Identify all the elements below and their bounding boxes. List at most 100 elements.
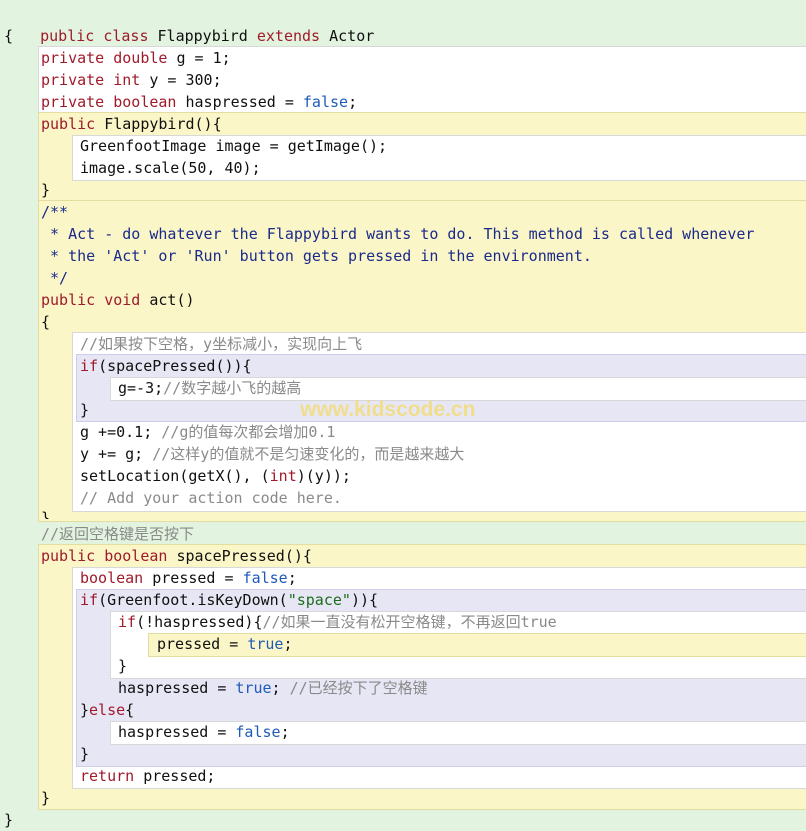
code-editor[interactable]: public class Flappybird extends Actor { …: [0, 0, 806, 830]
comment-text: //已经按下了空格键: [289, 679, 428, 697]
code-line-constructor-close: }: [41, 179, 50, 201]
code-line-javadoc-end: */: [41, 267, 68, 289]
code-text: ;: [280, 723, 290, 741]
keyword-int: int: [113, 71, 141, 89]
keyword-private: private: [41, 71, 105, 89]
brace: }: [118, 657, 128, 675]
watermark: www.kidscode.cn: [300, 398, 476, 421]
code-line-y-increment: y += g; //这样y的值就不是匀速变化的，而是越来越大: [80, 443, 464, 465]
code-line-image-scale: image.scale(50, 40);: [80, 157, 261, 179]
comment-text: //这样y的值就不是匀速变化的，而是越来越大: [152, 445, 465, 463]
code-line-comment-spacebar: //如果按下空格，y坐标减小，实现向上飞: [80, 333, 362, 355]
code-line-if-spacepressed: if(spacePressed()){: [80, 355, 252, 377]
code-line-iskeydown-close: }: [80, 743, 89, 765]
code-text: pressed;: [134, 767, 216, 785]
code-line-else: }else{: [80, 699, 134, 721]
comment-text: //如果按下空格，y坐标减小，实现向上飞: [80, 335, 363, 353]
code-line-javadoc-1: * Act - do whatever the Flappybird wants…: [41, 223, 754, 245]
code-text: haspressed =: [118, 679, 236, 697]
brace: {: [4, 27, 14, 45]
keyword-void: void: [104, 291, 141, 309]
code-text: ;: [348, 93, 358, 111]
brace: {: [41, 313, 51, 331]
brace: }: [80, 401, 90, 419]
brace: }: [4, 811, 14, 829]
code-line-haspressed-false: haspressed = false;: [118, 721, 290, 743]
code-text: y = 300;: [140, 71, 222, 89]
keyword-if: if: [80, 591, 99, 609]
keyword-double: double: [113, 49, 168, 67]
code-line-inner-if-close: }: [118, 655, 127, 677]
brace: }: [41, 181, 51, 199]
comment-text: //数字越小飞的越高: [163, 379, 302, 397]
javadoc-text: /**: [41, 203, 69, 221]
code-line-g-assign: g=-3;//数字越小飞的越高: [118, 377, 301, 399]
code-text: ;: [283, 635, 293, 653]
code-text: (!haspressed){: [136, 613, 263, 631]
code-line-if-iskeydown: if(Greenfoot.isKeyDown("space")){: [80, 589, 378, 611]
javadoc-text: */: [41, 269, 69, 287]
code-text: pressed =: [157, 635, 248, 653]
code-line-if-not-haspressed: if(!haspressed){//如果一直没有松开空格键，不再返回true: [118, 611, 557, 633]
literal-true: true: [235, 679, 272, 697]
code-line-set-location: setLocation(getX(), (int)(y));: [80, 465, 351, 487]
brace: }: [80, 745, 90, 763]
keyword-class: class: [103, 27, 149, 45]
keyword-extends: extends: [256, 27, 321, 45]
literal-true: true: [247, 635, 284, 653]
code-text: pressed =: [143, 569, 243, 587]
literal-false: false: [242, 569, 288, 587]
keyword-public: public: [40, 27, 95, 45]
parent-class-name: Actor: [320, 27, 375, 45]
code-line-haspressed-true: haspressed = true; //已经按下了空格键: [118, 677, 428, 699]
javadoc-text: * the 'Act' or 'Run' button gets pressed…: [41, 247, 592, 265]
code-text: g = 1;: [167, 49, 231, 67]
code-text: haspressed =: [176, 93, 303, 111]
literal-false: false: [302, 93, 349, 111]
code-text: spacePressed(){: [167, 547, 312, 565]
code-line-action-comment: // Add your action code here.: [80, 487, 342, 509]
code-line-comment-return: //返回空格键是否按下: [41, 523, 194, 545]
string-literal: "space": [287, 591, 351, 609]
brace: }: [80, 701, 90, 719]
code-text: g +=0.1;: [80, 423, 162, 441]
comment-text: //g的值每次都会增加0.1: [161, 423, 336, 441]
class-name: Flappybird: [148, 27, 257, 45]
code-text: haspressed =: [118, 723, 236, 741]
comment-text: //如果一直没有松开空格键，不再返回true: [262, 613, 557, 631]
code-line-act-close: }: [41, 507, 50, 519]
keyword-private: private: [41, 93, 105, 111]
code-text: g=-3;: [118, 379, 164, 397]
keyword-boolean: boolean: [113, 93, 177, 111]
code-line-class-close: }: [4, 809, 13, 831]
keyword-public: public: [41, 115, 96, 133]
code-line-class-declaration: public class Flappybird extends Actor: [4, 3, 374, 45]
code-text: image.scale(50, 40);: [80, 159, 261, 177]
code-text: )(y));: [296, 467, 351, 485]
code-text: (Greenfoot.isKeyDown(: [98, 591, 288, 609]
brace: }: [41, 789, 51, 807]
keyword-if: if: [118, 613, 137, 631]
code-line-act-open: {: [41, 311, 50, 333]
keyword-else: else: [89, 701, 126, 719]
code-line-field-y: private int y = 300;: [41, 69, 222, 91]
code-line-javadoc-start: /**: [41, 201, 68, 223]
code-line-javadoc-2: * the 'Act' or 'Run' button gets pressed…: [41, 245, 592, 267]
keyword-public: public: [41, 291, 96, 309]
keyword-boolean: boolean: [104, 547, 168, 565]
code-text: (spacePressed()){: [98, 357, 252, 375]
comment-text: // Add your action code here.: [80, 489, 342, 507]
code-line-if-close: }: [80, 399, 89, 421]
keyword-public: public: [41, 547, 96, 565]
code-line-spacepressed-signature: public boolean spacePressed(){: [41, 545, 312, 567]
code-text: Flappybird(){: [95, 115, 222, 133]
javadoc-text: * Act - do whatever the Flappybird wants…: [41, 225, 755, 243]
code-line-field-g: private double g = 1;: [41, 47, 231, 69]
code-text: ;: [287, 569, 297, 587]
literal-false: false: [235, 723, 281, 741]
code-line-pressed-true: pressed = true;: [157, 633, 292, 655]
code-text: )){: [350, 591, 379, 609]
code-line-class-open-brace: {: [4, 25, 13, 47]
code-line-field-haspressed: private boolean haspressed = false;: [41, 91, 357, 113]
keyword-private: private: [41, 49, 105, 67]
